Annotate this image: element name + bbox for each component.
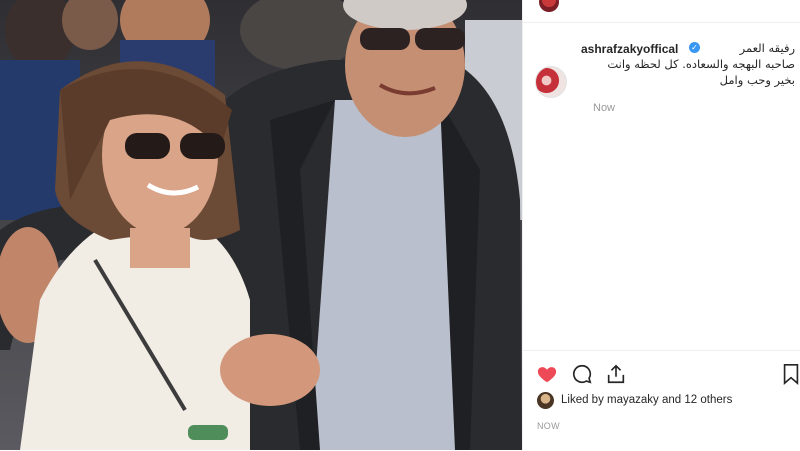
comment-line-1: رفيقه العمر: [739, 41, 795, 55]
comment-line-3: بخير وحب وامل: [719, 73, 795, 87]
photo-illustration: [0, 0, 522, 450]
comment-text: رفيقه العمر صاحبه البهجه والسعاده. كل لح…: [581, 40, 795, 88]
liker-avatar: [537, 392, 554, 409]
post-photo[interactable]: [0, 0, 522, 450]
heart-icon[interactable]: [536, 363, 558, 385]
likes-text[interactable]: Liked by mayazaky and 12 others: [561, 394, 732, 406]
avatar[interactable]: [535, 66, 567, 98]
post-actions: Liked by mayazaky and 12 others NOW: [523, 350, 800, 451]
panel-header: [523, 0, 800, 23]
header-avatar[interactable]: [539, 0, 559, 12]
save-icon[interactable]: [781, 363, 800, 385]
post-timestamp: NOW: [537, 421, 560, 431]
comment-line-2: صاحبه البهجه والسعاده. كل لحظه وانت: [607, 57, 795, 71]
comment-icon[interactable]: [571, 363, 593, 385]
share-icon[interactable]: [605, 363, 627, 385]
post-side-panel: ashrafzakyoffical ✓ رفيقه العمر صاحبه ال…: [522, 0, 800, 450]
comment-time: Now: [593, 102, 616, 114]
